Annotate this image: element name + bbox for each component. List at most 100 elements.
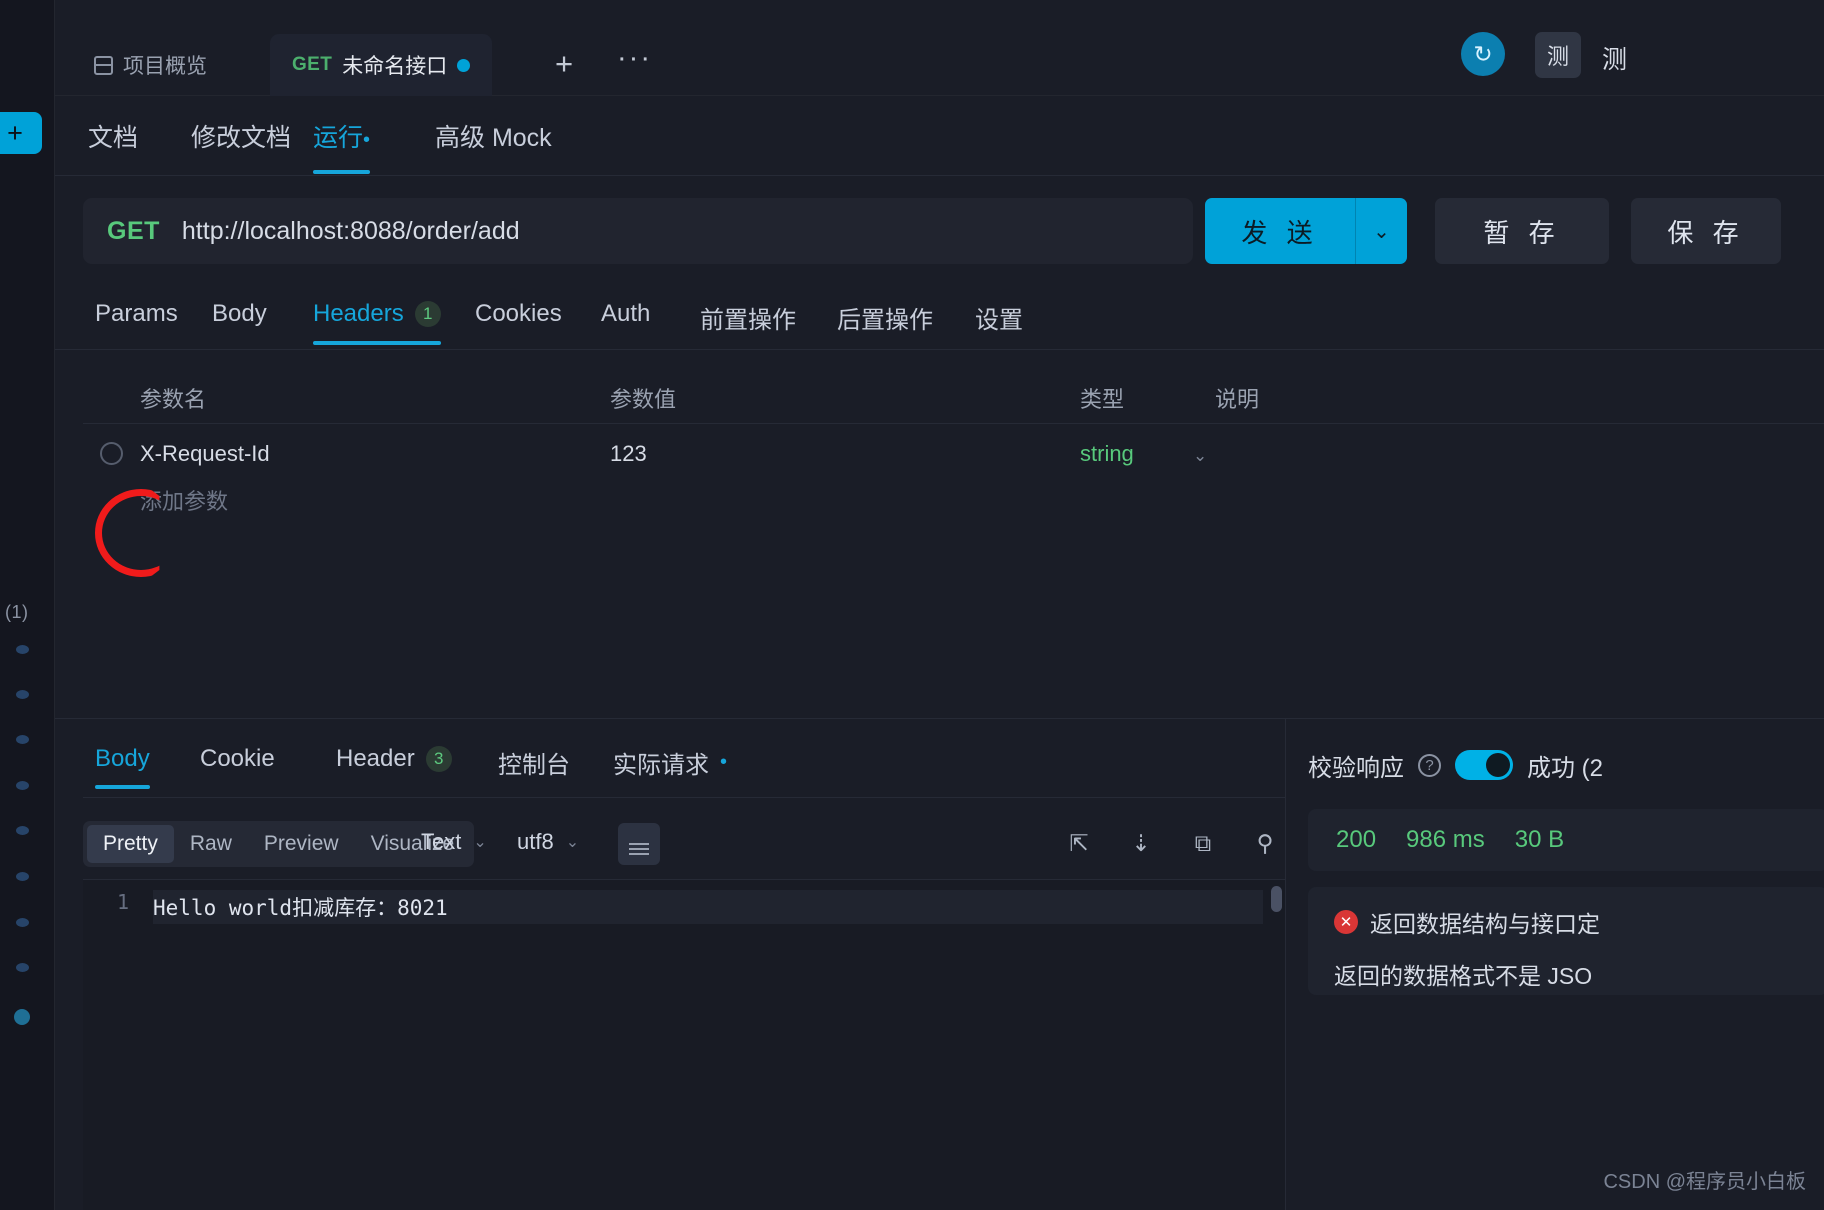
- save-button[interactable]: 保 存: [1631, 198, 1781, 264]
- send-options-caret-icon[interactable]: ⌄: [1355, 198, 1407, 264]
- column-header-description: 说明: [1215, 387, 1260, 412]
- status-size: 30 B: [1514, 826, 1565, 853]
- doc-nav-item-run-label: 运行: [313, 124, 364, 152]
- content-type-value: Text: [421, 829, 462, 854]
- url-value[interactable]: http://localhost:8088/order/add: [182, 217, 520, 246]
- response-body-editor[interactable]: 1 Hello world扣减库存：8021: [83, 879, 1285, 1210]
- format-preview[interactable]: Preview: [248, 825, 355, 863]
- rail-dot[interactable]: [16, 645, 29, 654]
- tab-untitled-api-label: 未命名接口: [342, 55, 448, 78]
- watermark: CSDN @程序员小白板: [1603, 1171, 1806, 1193]
- status-code: 200: [1336, 826, 1377, 853]
- validation-error-detail: 返回的数据格式不是 JSO: [1334, 963, 1593, 989]
- tab-overflow-menu-button[interactable]: ···: [617, 43, 652, 73]
- tab-method-label: GET: [292, 54, 333, 75]
- response-left-pane: Body Cookie Header 3 控制台 实际请求 • Pretty R…: [55, 719, 1285, 1210]
- param-value-cell[interactable]: 123: [610, 441, 647, 467]
- tab-project-overview[interactable]: 项目概览: [72, 34, 229, 96]
- url-row: GET http://localhost:8088/order/add 发 送 …: [55, 176, 1824, 286]
- response-right-pane: 校验响应 ? 成功 (2 200 986 ms 30 B ✕ 返回数据结构与接口…: [1285, 719, 1824, 1210]
- run-modified-dot: •: [363, 129, 371, 151]
- verify-response-toggle[interactable]: [1455, 750, 1513, 780]
- new-tab-button[interactable]: +: [555, 48, 573, 79]
- doc-nav-item-run[interactable]: 运行•: [313, 118, 371, 174]
- wrap-lines-icon[interactable]: [618, 823, 660, 865]
- response-tab-header-label: Header: [336, 745, 415, 772]
- chevron-down-icon: ⌄: [473, 834, 487, 851]
- doc-nav-item-document[interactable]: 文档: [88, 118, 138, 172]
- verify-response-row: 校验响应 ? 成功 (2: [1308, 739, 1824, 791]
- left-rail: + (1): [0, 0, 55, 1210]
- status-badge: 200 986 ms 30 B: [1308, 809, 1824, 871]
- send-button[interactable]: 发 送: [1205, 198, 1355, 264]
- content-type-select[interactable]: Text ⌄: [421, 829, 487, 855]
- rail-dot[interactable]: [16, 735, 29, 744]
- rail-dot[interactable]: [16, 918, 29, 927]
- copy-icon[interactable]: ⧉: [1183, 823, 1223, 863]
- response-tab-cookie-label: Cookie: [200, 745, 275, 772]
- rail-dot[interactable]: [16, 781, 29, 790]
- tab-body[interactable]: Body: [212, 300, 267, 344]
- row-checkbox[interactable]: [100, 442, 123, 465]
- tab-post-operation-label: 后置操作: [837, 307, 933, 334]
- response-tab-header[interactable]: Header 3: [336, 745, 452, 789]
- param-name-cell[interactable]: X-Request-Id: [140, 441, 270, 467]
- download-icon[interactable]: ⇣: [1121, 823, 1161, 863]
- response-section: Body Cookie Header 3 控制台 实际请求 • Pretty R…: [55, 718, 1824, 1210]
- tab-auth[interactable]: Auth: [601, 300, 650, 344]
- response-tab-body-label: Body: [95, 745, 150, 772]
- actual-request-dot: •: [720, 751, 728, 773]
- tab-params-label: Params: [95, 300, 178, 327]
- encoding-select[interactable]: utf8 ⌄: [517, 829, 579, 855]
- line-number-gutter: 1: [116, 890, 129, 914]
- format-pretty[interactable]: Pretty: [87, 825, 174, 863]
- tab-cookies[interactable]: Cookies: [475, 300, 562, 344]
- tab-params[interactable]: Params: [95, 300, 178, 344]
- tab-pre-operation-label: 前置操作: [700, 307, 796, 334]
- status-time: 986 ms: [1406, 826, 1485, 853]
- avatar[interactable]: 测: [1535, 32, 1581, 78]
- main-pane: 文档 修改文档 运行• 高级 Mock GET http://localhost…: [55, 96, 1824, 1210]
- rail-dot[interactable]: [16, 872, 29, 881]
- doc-nav-item-edit-document[interactable]: 修改文档: [191, 118, 291, 172]
- tab-headers[interactable]: Headers 1: [313, 300, 441, 345]
- tab-strip: 项目概览 GET 未命名接口 + ··· ↻ 测 测: [55, 0, 1824, 96]
- chevron-down-icon: ⌄: [565, 834, 580, 851]
- rail-dot[interactable]: [16, 690, 29, 699]
- tab-untitled-api[interactable]: GET 未命名接口: [270, 34, 493, 96]
- param-type-cell[interactable]: string: [1080, 441, 1134, 467]
- response-tab-console-label: 控制台: [498, 752, 570, 779]
- vertical-scrollbar[interactable]: [1271, 886, 1282, 912]
- response-tab-cookie[interactable]: Cookie: [200, 745, 275, 789]
- rail-add-button[interactable]: +: [0, 112, 42, 154]
- question-mark-icon[interactable]: ?: [1418, 753, 1441, 777]
- rail-dot[interactable]: [16, 963, 29, 972]
- layout-icon: [94, 55, 113, 75]
- url-input[interactable]: GET http://localhost:8088/order/add: [83, 198, 1193, 264]
- search-icon[interactable]: ⚲: [1245, 823, 1285, 863]
- doc-nav-item-advanced-mock[interactable]: 高级 Mock: [435, 118, 552, 172]
- response-tab-console[interactable]: 控制台: [498, 745, 570, 796]
- param-type-caret-icon[interactable]: ⌄: [1193, 446, 1207, 466]
- rail-count-label: (1): [5, 602, 29, 622]
- tab-pre-operation[interactable]: 前置操作: [700, 300, 796, 351]
- validation-error-box: ✕ 返回数据结构与接口定 返回的数据格式不是 JSO: [1308, 887, 1824, 995]
- tab-settings[interactable]: 设置: [975, 300, 1023, 351]
- rail-dot[interactable]: [16, 826, 29, 835]
- verify-state-label: 成功 (2: [1527, 754, 1604, 782]
- tab-project-overview-label: 项目概览: [123, 55, 207, 78]
- open-external-icon[interactable]: ⇱: [1059, 823, 1099, 863]
- format-segmented-control: Pretty Raw Preview Visualize: [83, 821, 475, 867]
- tab-post-operation[interactable]: 后置操作: [837, 300, 933, 351]
- response-tab-actual-request-label: 实际请求: [613, 752, 709, 779]
- response-tab-actual-request[interactable]: 实际请求 •: [613, 745, 727, 796]
- response-tab-body[interactable]: Body: [95, 745, 150, 789]
- rail-dot-active[interactable]: [14, 1009, 30, 1025]
- sync-icon[interactable]: ↻: [1461, 32, 1505, 76]
- add-param-row[interactable]: 添加参数: [140, 484, 228, 516]
- stage-button[interactable]: 暂 存: [1435, 198, 1609, 264]
- format-raw[interactable]: Raw: [174, 825, 248, 863]
- error-icon: ✕: [1334, 910, 1358, 934]
- verify-response-label: 校验响应: [1308, 754, 1404, 782]
- table-row[interactable]: X-Request-Id 123 string ⌄: [83, 424, 1824, 484]
